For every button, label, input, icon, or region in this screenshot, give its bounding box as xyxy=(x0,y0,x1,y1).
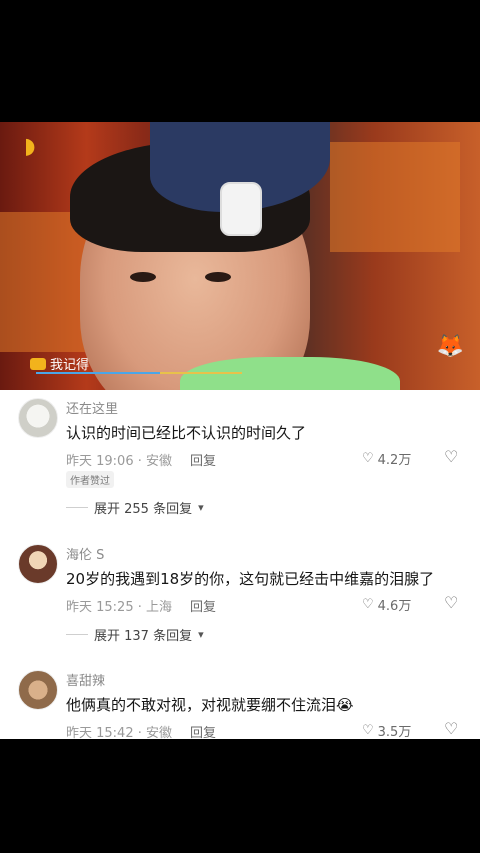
mascot-icon: 🦊 xyxy=(436,334,464,359)
like-button[interactable]: ♡ 4.6万 xyxy=(362,595,411,614)
expand-replies-label: 展开 255 条回复 xyxy=(94,502,193,517)
like-button[interactable]: ♡ 3.5万 xyxy=(362,721,411,739)
video-player[interactable]: ◗ 我记得 🦊 xyxy=(0,122,480,390)
heart-icon: ♡ xyxy=(362,597,374,612)
heart-icon: ♡ xyxy=(362,451,374,466)
chevron-down-icon: ▾ xyxy=(198,501,204,514)
comment-username[interactable]: 喜甜辣 xyxy=(66,670,105,689)
comment-time: 昨天 15:42 · 安徽 xyxy=(66,726,172,739)
stage-background xyxy=(330,142,460,252)
comment-meta: 昨天 15:42 · 安徽 回复 xyxy=(66,722,216,739)
broken-heart-icon[interactable]: ♡ xyxy=(444,447,458,466)
comment-username[interactable]: 海伦 S xyxy=(66,544,104,563)
avatar[interactable] xyxy=(18,544,58,584)
comment-text: 20岁的我遇到18岁的你，这句就已经击中维嘉的泪腺了 xyxy=(66,570,435,588)
comment-meta: 昨天 15:25 · 上海 回复 xyxy=(66,596,216,615)
comment-meta: 昨天 19:06 · 安徽 回复 xyxy=(66,450,216,469)
bottom-letterbox xyxy=(0,739,480,853)
avatar[interactable] xyxy=(18,670,58,710)
right-eye xyxy=(205,272,231,282)
channel-logo-icon: ◗ xyxy=(24,134,36,159)
comment-text: 他俩真的不敢对视，对视就要绷不住流泪😭 xyxy=(66,696,354,714)
chevron-down-icon: ▾ xyxy=(198,628,204,641)
like-button[interactable]: ♡ 4.2万 xyxy=(362,449,411,468)
video-caption: 我记得 xyxy=(30,354,89,373)
reply-button[interactable]: 回复 xyxy=(190,450,216,469)
comment-text: 认识的时间已经比不认识的时间久了 xyxy=(66,424,307,442)
comment-time: 昨天 15:25 · 上海 xyxy=(66,600,172,615)
broken-heart-icon[interactable]: ♡ xyxy=(444,719,458,738)
caption-text: 我记得 xyxy=(50,358,90,373)
expand-replies-button[interactable]: 展开 255 条回复 ▾ xyxy=(66,498,204,517)
caption-progress-line xyxy=(36,372,242,374)
author-liked-badge: 作者赞过 xyxy=(66,471,114,488)
like-count: 4.6万 xyxy=(377,599,412,614)
like-count: 3.5万 xyxy=(377,725,412,739)
headset-mic xyxy=(220,182,262,236)
comment-time: 昨天 19:06 · 安徽 xyxy=(66,454,172,469)
expand-replies-label: 展开 137 条回复 xyxy=(94,629,193,644)
avatar[interactable] xyxy=(18,398,58,438)
comment-username[interactable]: 还在这里 xyxy=(66,398,118,417)
left-eye xyxy=(130,272,156,282)
like-count: 4.2万 xyxy=(377,453,412,468)
top-letterbox xyxy=(0,0,480,122)
heart-icon: ♡ xyxy=(362,723,374,738)
reply-button[interactable]: 回复 xyxy=(190,722,216,739)
divider-dash xyxy=(66,507,88,508)
reply-button[interactable]: 回复 xyxy=(190,596,216,615)
broken-heart-icon[interactable]: ♡ xyxy=(444,593,458,612)
expand-replies-button[interactable]: 展开 137 条回复 ▾ xyxy=(66,625,204,644)
caption-tag-icon xyxy=(30,357,46,370)
comment-list: 还在这里 认识的时间已经比不认识的时间久了 昨天 19:06 · 安徽 回复 ♡… xyxy=(0,390,480,739)
divider-dash xyxy=(66,634,88,635)
